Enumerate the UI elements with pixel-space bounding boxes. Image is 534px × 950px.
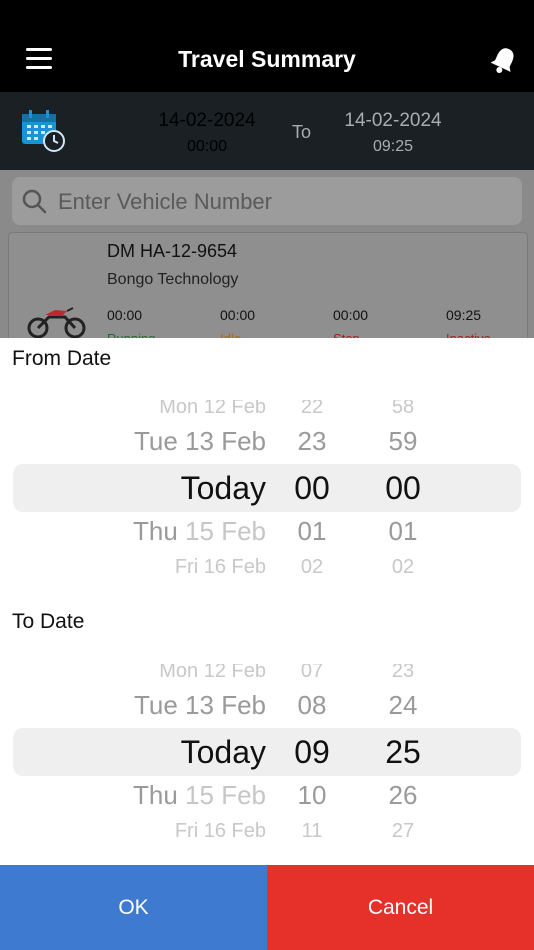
picker-minute: 23	[391, 664, 415, 682]
search-bar[interactable]	[12, 177, 522, 227]
picker-minute: 24	[388, 690, 418, 720]
stat-stop-value: 00:00	[333, 307, 369, 323]
to-date-label: To Date	[12, 610, 85, 633]
picker-hour: 10	[297, 780, 327, 810]
picker-row-selected[interactable]: Today 00 00	[0, 470, 534, 506]
picker-minute: 01	[388, 516, 418, 546]
stat-running-value: 00:00	[107, 307, 143, 323]
from-datetime[interactable]: 14-02-2024 00:00	[142, 110, 272, 156]
picker-row[interactable]: Mon 12 Feb 22 58	[0, 400, 534, 426]
picker-day: Tue	[133, 426, 178, 456]
picker-row[interactable]: Thu 15 Feb 10 26	[0, 780, 534, 810]
picker-row[interactable]: Tue 13 Feb 08 24	[0, 690, 534, 720]
stat-idle-value: 00:00	[220, 307, 256, 323]
datetime-picker-sheet: From Date Mon 12 Feb 22 58 Tue 13 Feb 23…	[0, 338, 534, 865]
picker-day: Mon	[159, 400, 199, 418]
picker-minute: 26	[388, 780, 418, 810]
cancel-button[interactable]: Cancel	[267, 865, 534, 950]
picker-hour-selected: 09	[294, 734, 330, 770]
ok-button[interactable]: OK	[0, 865, 267, 950]
from-time-text: 00:00	[186, 138, 228, 155]
stat-inactive-value: 09:25	[446, 307, 482, 323]
picker-minute: 02	[391, 556, 415, 576]
picker-date: 16 Feb	[203, 820, 266, 840]
picker-day-selected: Today	[180, 734, 266, 770]
picker-hour: 11	[301, 820, 323, 840]
calendar-clock-icon[interactable]	[20, 108, 66, 152]
to-time-text: 09:25	[372, 138, 414, 155]
picker-minute: 27	[391, 820, 415, 840]
to-label: To	[292, 122, 312, 142]
picker-hour: 23	[297, 426, 327, 456]
picker-minute-selected: 00	[385, 470, 421, 506]
vehicle-number: DM HA-12-9654	[107, 241, 238, 261]
picker-day: Thu	[133, 516, 178, 546]
search-input[interactable]	[56, 177, 500, 227]
picker-minute-selected: 25	[385, 734, 421, 770]
picker-row[interactable]: Mon 12 Feb 07 23	[0, 664, 534, 690]
picker-date: 12 Feb	[203, 400, 266, 418]
picker-row[interactable]: Thu 15 Feb 01 01	[0, 516, 534, 546]
page-title: Travel Summary	[178, 46, 356, 72]
from-date-label: From Date	[12, 347, 112, 370]
picker-hour: 22	[300, 400, 324, 418]
app-header: Travel Summary	[0, 0, 534, 92]
picker-day: Fri	[174, 556, 199, 576]
picker-day: Thu	[133, 780, 178, 810]
picker-date: 15 Feb	[185, 780, 266, 810]
picker-hour: 02	[300, 556, 324, 576]
picker-day: Fri	[174, 820, 199, 840]
picker-hour: 08	[297, 690, 327, 720]
from-date-picker[interactable]: Mon 12 Feb 22 58 Tue 13 Feb 23 59 Today …	[0, 400, 534, 576]
picker-day: Mon	[159, 664, 199, 682]
bell-icon[interactable]	[490, 45, 518, 75]
picker-minute: 58	[391, 400, 415, 418]
picker-date: 13 Feb	[185, 426, 266, 456]
picker-date: 13 Feb	[185, 690, 266, 720]
picker-day: Tue	[133, 690, 178, 720]
picker-date: 16 Feb	[203, 556, 266, 576]
picker-minute: 59	[388, 426, 418, 456]
picker-day-selected: Today	[180, 470, 266, 506]
to-datetime[interactable]: 14-02-2024 09:25	[328, 110, 458, 156]
picker-row[interactable]: Fri 16 Feb 11 27	[0, 820, 534, 840]
picker-hour: 07	[300, 664, 324, 682]
picker-date: 15 Feb	[185, 516, 266, 546]
picker-date: 12 Feb	[203, 664, 266, 682]
picker-row[interactable]: Tue 13 Feb 23 59	[0, 426, 534, 456]
picker-hour-selected: 00	[294, 470, 330, 506]
picker-hour: 01	[297, 516, 327, 546]
picker-row-selected[interactable]: Today 09 25	[0, 734, 534, 770]
search-icon	[22, 189, 47, 214]
picker-row[interactable]: Fri 16 Feb 02 02	[0, 556, 534, 576]
to-date-picker[interactable]: Mon 12 Feb 07 23 Tue 13 Feb 08 24 Today …	[0, 664, 534, 840]
motorcycle-icon	[27, 307, 86, 339]
to-date-text: 14-02-2024	[344, 110, 442, 131]
from-date-text: 14-02-2024	[158, 110, 256, 131]
vehicle-org: Bongo Technology	[107, 271, 239, 288]
